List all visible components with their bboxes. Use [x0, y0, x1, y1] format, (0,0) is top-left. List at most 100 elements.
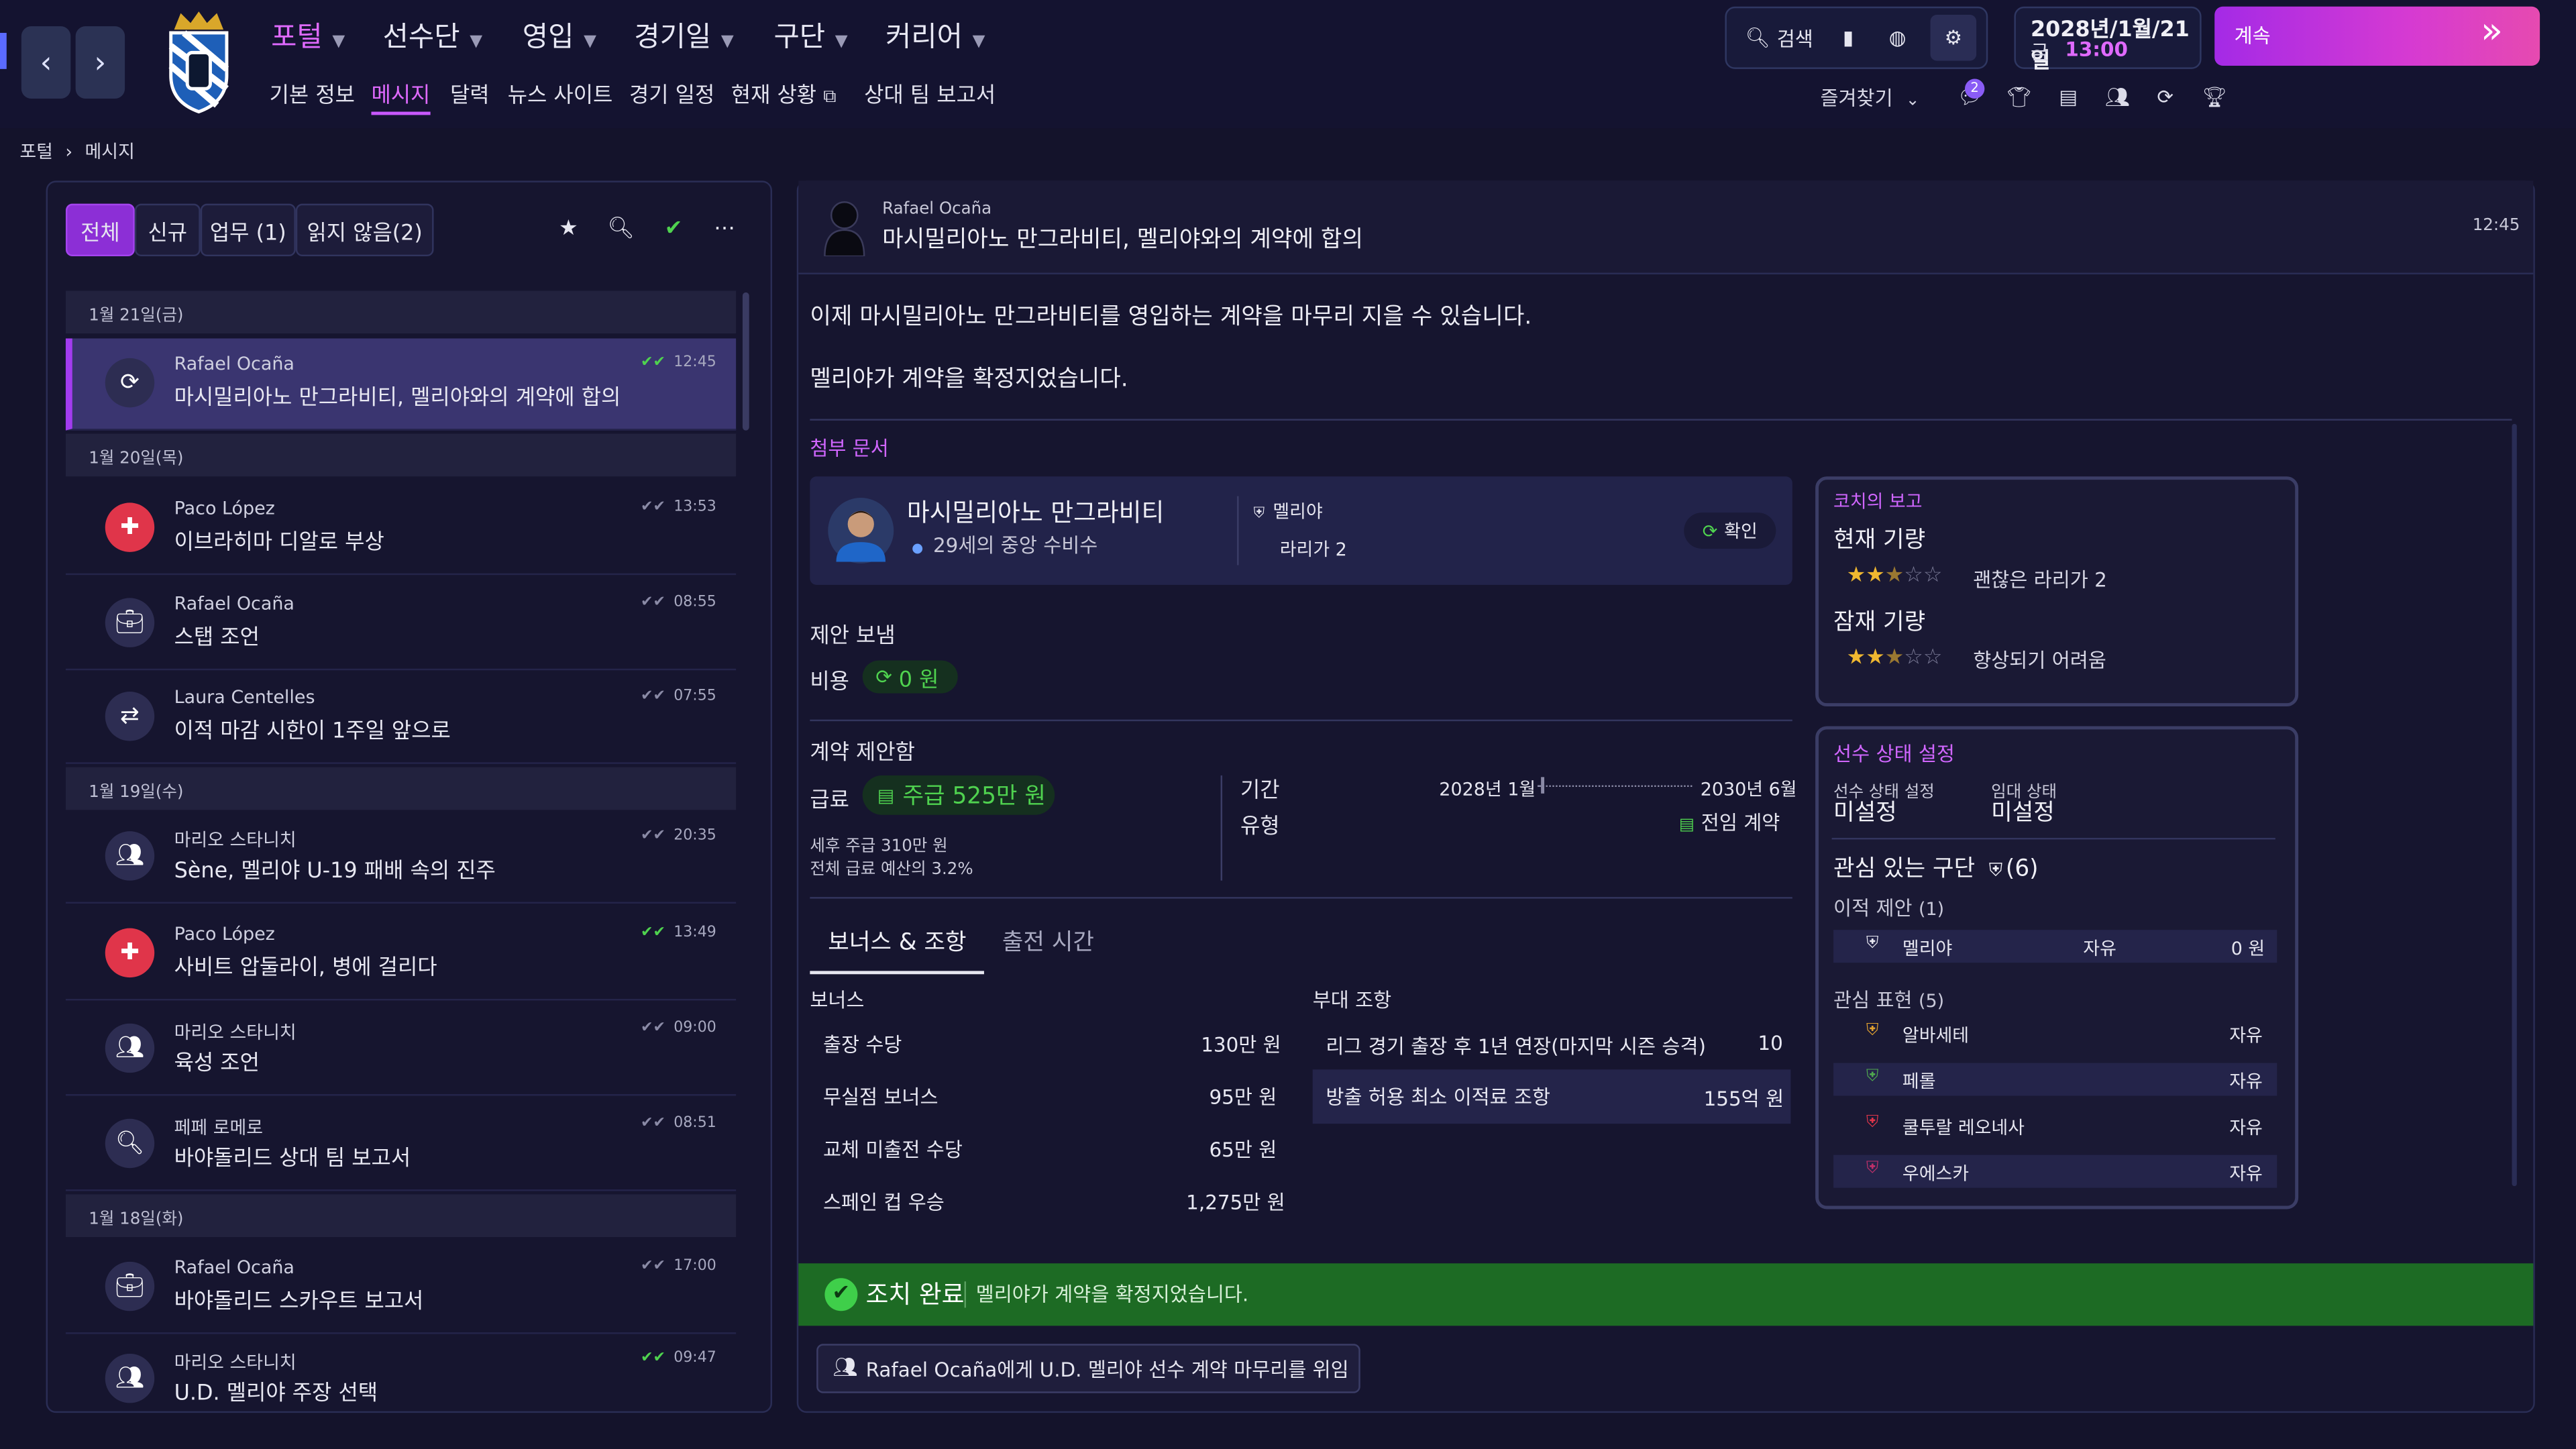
interest-header: 관심 표현 (5) [1833, 989, 1945, 1012]
tab-playing-time[interactable]: 출전 시간 [1002, 925, 1094, 958]
submenu-fixtures[interactable]: 경기 일정 [629, 77, 714, 109]
message-item-selected[interactable]: ⟳ Rafael Ocaña 마시밀리아노 만그라비티, 멜리야와의 계약에 합… [65, 338, 737, 431]
message-sender: Paco López [174, 498, 275, 519]
menu-career[interactable]: 커리어 ▼ [885, 13, 985, 54]
double-check-icon: ✔✔ [641, 1020, 665, 1037]
message-sender: Laura Centelles [174, 686, 315, 708]
filter-all[interactable]: 전체 [65, 203, 135, 257]
message-item[interactable]: ⇄ Laura Centelles 이적 마감 시한이 1주일 앞으로 ✔✔ 07… [65, 672, 737, 764]
medical-cross-icon: ✚ [105, 928, 155, 978]
sender-avatar [824, 201, 865, 257]
tab-bonuses-clauses[interactable]: 보너스 & 조항 [828, 925, 966, 958]
potential-ability-label: 잠재 기량 [1833, 609, 1926, 636]
type-label: 유형 [1240, 814, 1280, 840]
message-item[interactable]: ✚ Paco López 이브라히마 디알로 부상 ✔✔ 13:53 [65, 483, 737, 576]
player-club[interactable]: ⛨ 멜리야 [1254, 498, 1323, 524]
interested-club-row[interactable]: ⛨ 페롤 자유 [1833, 1063, 2277, 1096]
date-box[interactable]: 2028년/1월/21일 금 13:00 [2014, 6, 2202, 74]
detail-subject: 마시밀리아노 만그라비티, 멜리야와의 계약에 합의 [882, 226, 1364, 254]
check-circle-icon: ✔ [824, 1278, 858, 1311]
player-attachment-card[interactable]: 마시밀리아노 만그라비티 ● 29세의 중앙 수비수 ⛨ 멜리야 라리가 2 ⟳ 확인 [810, 476, 1792, 585]
group-icon: 👥︎ [105, 1023, 155, 1073]
period-label: 기간 [1240, 778, 1280, 804]
kit-button[interactable]: 👕︎ [2004, 82, 2034, 111]
offer-club-row[interactable]: ⛨ 멜리야 자유 0 원 [1833, 930, 2277, 963]
continue-button[interactable]: 계속 » [2214, 6, 2540, 66]
message-time: 07:55 [674, 688, 716, 705]
period-marker [1541, 777, 1545, 794]
menu-transfers[interactable]: 영입 ▼ [523, 13, 596, 54]
message-item[interactable]: 💼︎ Rafael Ocaña 스탭 조언 ✔✔ 08:55 [65, 578, 737, 671]
message-item[interactable]: ✚ Paco López 사비트 압둘라이, 병에 걸리다 ✔✔ 13:49 [65, 908, 737, 1001]
settings-button[interactable]: ⚙ [1930, 15, 1977, 61]
contract-offer-label: 계약 제안함 [810, 741, 915, 766]
message-item[interactable]: 👥︎ 마리오 스타니치 Sène, 멜리야 U-19 패배 속의 진주 ✔✔ 20… [65, 812, 737, 904]
breadcrumb-current: 메시지 [85, 141, 135, 163]
cost-value: ⟳ 0 원 [862, 660, 958, 694]
chevron-down-icon: ⌄ [1905, 92, 1920, 111]
interested-club-row[interactable]: ⛨ 알바세테 자유 [1833, 1017, 2277, 1050]
submenu-status[interactable]: 현재 상황 ⧉ [731, 77, 837, 109]
submenu-opposition-report[interactable]: 상대 팀 보고서 [864, 77, 996, 109]
potential-ability-desc: 향상되기 어려움 [1973, 649, 2106, 672]
breadcrumb-root[interactable]: 포털 [19, 142, 53, 163]
menu-club[interactable]: 구단 ▼ [773, 13, 847, 54]
submenu-overview[interactable]: 기본 정보 [270, 77, 355, 109]
search-button[interactable]: 🔍︎ 검색 [1739, 15, 1819, 61]
menu-squad[interactable]: 선수단 ▼ [383, 13, 482, 54]
player-name[interactable]: 마시밀리아노 만그라비티 [907, 494, 1164, 529]
filter-tasks[interactable]: 업무 (1) [200, 203, 296, 257]
double-check-icon: ✔✔ [641, 1350, 665, 1367]
attachments-label: 첨부 문서 [810, 437, 889, 460]
club-crest-icon[interactable] [161, 10, 237, 115]
submenu-calendar[interactable]: 달력 [450, 77, 490, 109]
club-name: 우에스카 [1902, 1163, 1970, 1185]
search-icon[interactable]: 🔍︎ [606, 213, 636, 243]
message-item[interactable]: 👥︎ 마리오 스타니치 육성 조언 ✔✔ 09:00 [65, 1004, 737, 1096]
loan-status-value[interactable]: 미설정 [1991, 795, 2055, 828]
detail-scrollbar[interactable] [2512, 423, 2517, 1187]
confirm-button[interactable]: ⟳ 확인 [1684, 513, 1776, 549]
delegate-button[interactable]: 👥︎ Rafael Ocaña에게 U.D. 멜리야 선수 계약 마무리를 위임 [816, 1344, 1360, 1393]
magnifier-icon: 🔍︎ [105, 1118, 155, 1169]
filter-new[interactable]: 신규 [134, 203, 201, 257]
submenu-messages[interactable]: 메시지 [371, 77, 430, 109]
player-league[interactable]: 라리가 2 [1280, 535, 1347, 561]
menu-matchday[interactable]: 경기일 ▼ [634, 13, 733, 54]
message-item[interactable]: 👥︎ 마리오 스타니치 U.D. 멜리야 주장 선택 ✔✔ 09:47 [66, 1334, 736, 1406]
finance-button[interactable]: ▤ [2053, 82, 2083, 111]
interested-club-row[interactable]: ⛨ 우에스카 자유 [1833, 1155, 2277, 1188]
favorites-dropdown[interactable]: 즐겨찾기 ⌄ [1820, 84, 1919, 112]
interested-club-row[interactable]: ⛨ 쿨투랄 레오네사 자유 [1833, 1109, 2277, 1142]
message-subject: 바야돌리드 스카우트 보고서 [174, 1289, 424, 1315]
transfer-offers-header: 이적 제안 (1) [1833, 897, 1945, 920]
message-item[interactable]: 🔍︎ 페페 로메로 바야돌리드 상대 팀 보고서 ✔✔ 08:51 [65, 1099, 737, 1191]
external-link-icon: ⧉ [823, 85, 837, 107]
refresh-button[interactable]: ⟳ [2151, 82, 2180, 111]
message-subject: 스탭 조언 [174, 626, 260, 651]
weekday: 금 [2030, 41, 2049, 64]
back-button[interactable]: ‹ [21, 26, 71, 99]
status-value[interactable]: 미설정 [1833, 795, 1897, 828]
bonus-value: 1,275만 원 [1186, 1191, 1285, 1214]
date-header: 1월 20일(목) [65, 433, 737, 477]
group-icon: 👥︎ [105, 831, 155, 881]
menu-portal[interactable]: 포털 ▼ [271, 13, 345, 54]
forward-button[interactable]: › [75, 26, 125, 99]
chevron-down-icon: ▼ [332, 32, 345, 51]
bonus-name: 출장 수당 [822, 1033, 902, 1057]
submenu-news[interactable]: 뉴스 사이트 [508, 77, 613, 109]
trophy-button[interactable]: 🏆︎ [2200, 82, 2229, 111]
staff-button[interactable]: 👥︎ [2103, 82, 2133, 111]
inbox-scrollbar[interactable] [742, 292, 749, 431]
message-time: 12:45 [674, 354, 716, 372]
star-icon[interactable]: ★ [553, 213, 583, 243]
message-item[interactable]: 💼︎ Rafael Ocaña 바야돌리드 스카우트 보고서 ✔✔ 17:00 [65, 1242, 737, 1334]
more-options-icon[interactable]: ⋯ [710, 213, 739, 243]
mark-read-icon[interactable]: ✔ [659, 213, 688, 243]
coach-report-title: 코치의 보고 [1833, 491, 1923, 513]
world-button[interactable]: ◍ [1878, 15, 1917, 61]
notebook-button[interactable]: ▮ [1829, 15, 1868, 61]
filter-unread[interactable]: 읽지 않음(2) [295, 203, 434, 257]
bonus-value: 95만 원 [1209, 1085, 1277, 1110]
